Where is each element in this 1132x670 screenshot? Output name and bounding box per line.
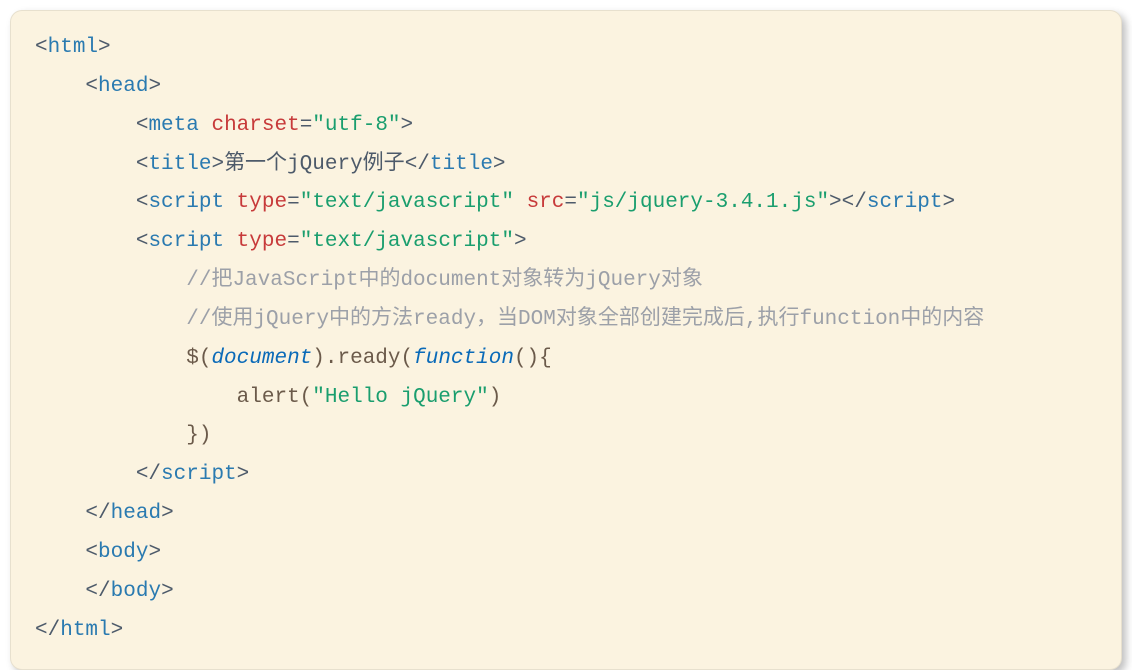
attr: src [527,191,565,214]
code-line-11: }) [35,417,1097,456]
tag: html [60,619,110,642]
attr-val: text/javascript [312,230,501,253]
attr: charset [211,114,299,137]
tag: title [148,153,211,176]
code-line-4: <title>第一个jQuery例子</title> [35,146,1097,185]
code-line-10: alert("Hello jQuery") [35,379,1097,418]
tag: script [148,230,224,253]
tag: script [148,191,224,214]
code-line-14: <body> [35,534,1097,573]
punct: > [401,114,414,137]
punct: > [98,36,111,59]
code-line-6: <script type="text/javascript"> [35,223,1097,262]
document-ident: document [211,347,312,370]
attr: type [237,191,287,214]
tag: title [430,153,493,176]
tag: script [161,463,237,486]
code-line-1: <html> [35,29,1097,68]
attr: type [237,230,287,253]
punct: }) [186,424,211,447]
code-line-13: </head> [35,495,1097,534]
code-line-12: </script> [35,456,1097,495]
tag: head [98,75,148,98]
dollar: $( [186,347,211,370]
tag: script [867,191,943,214]
code-line-9: $(document).ready(function(){ [35,340,1097,379]
code-line-8: //使用jQuery中的方法ready，当DOM对象全部创建完成后,执行func… [35,301,1097,340]
tag: head [111,502,161,525]
tag: body [111,580,161,603]
comment: //使用jQuery中的方法ready，当DOM对象全部创建完成后,执行func… [186,308,984,331]
code-line-16: </html> [35,612,1097,651]
code-line-3: <meta charset="utf-8"> [35,107,1097,146]
attr-val: js/jquery-3.4.1.js [590,191,817,214]
punct: < [35,36,48,59]
punct: < [136,114,149,137]
title-text: 第一个jQuery例子 [224,153,405,176]
function-keyword: function [413,347,514,370]
punct: < [136,153,149,176]
string: Hello jQuery [325,386,476,409]
punct: > [148,75,161,98]
code-line-5: <script type="text/javascript" src="js/j… [35,184,1097,223]
code-block: <html> <head> <meta charset="utf-8"> <ti… [10,10,1122,670]
method: alert [237,386,300,409]
attr-val: utf-8 [325,114,388,137]
attr-val: text/javascript [312,191,501,214]
code-line-7: //把JavaScript中的document对象转为jQuery对象 [35,262,1097,301]
tag: html [48,36,98,59]
code-line-2: <head> [35,68,1097,107]
tag: body [98,541,148,564]
method: ready [338,347,401,370]
comment: //把JavaScript中的document对象转为jQuery对象 [186,269,703,292]
punct: < [85,75,98,98]
code-line-15: </body> [35,573,1097,612]
tag: meta [148,114,198,137]
